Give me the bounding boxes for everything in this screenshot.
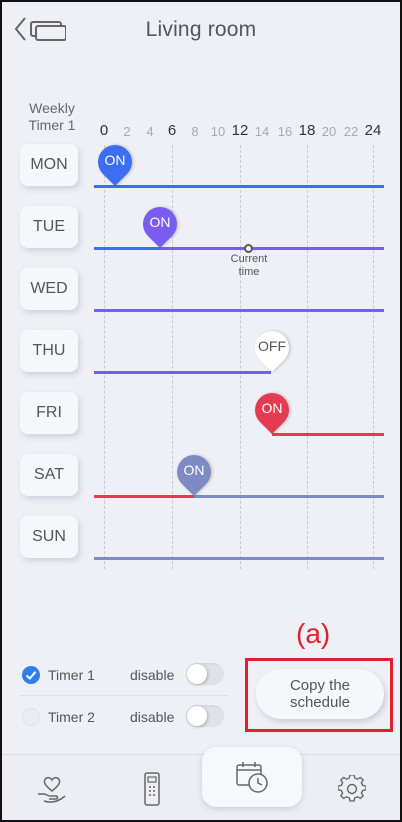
remote-icon [144, 772, 160, 806]
hour-tick: 12 [231, 122, 249, 139]
check-icon [25, 671, 37, 680]
timer-2-disable-label: disable [130, 709, 175, 725]
day-button-tue[interactable]: TUE [20, 206, 78, 248]
day-button-mon[interactable]: MON [20, 144, 78, 186]
day-button-wed[interactable]: WED [20, 268, 78, 310]
schedule-bar-wed [94, 309, 384, 312]
schedule-bar-tue [160, 247, 384, 250]
hour-tick: 16 [277, 124, 293, 139]
schedule-bar-fri [272, 433, 384, 436]
timer-2-toggle[interactable] [186, 705, 224, 727]
copy-schedule-button[interactable]: Copy the schedule [256, 669, 384, 719]
hour-tick: 20 [321, 124, 337, 139]
calendar-clock-icon [236, 762, 268, 793]
grid-line [373, 145, 374, 569]
timer-1-toggle[interactable] [186, 663, 224, 685]
schedule-bar-sat [194, 495, 384, 498]
nav-tab-settings[interactable] [302, 755, 400, 820]
heart-hand-icon [38, 776, 66, 803]
schedule-bar-thu [94, 371, 271, 374]
weekly-timer-label: Weekly Timer 1 [28, 100, 76, 133]
timer-1-name: Timer 1 [48, 667, 95, 683]
schedule-bar-tue-before [94, 247, 160, 250]
nav-tab-care[interactable] [2, 755, 102, 820]
current-time-label: Current time [230, 253, 268, 278]
grid-line [240, 145, 241, 569]
schedule-bar-sun [94, 557, 384, 560]
grid-line [104, 145, 105, 569]
timer-row-1: Timer 1 disable [20, 660, 230, 690]
grid-line [307, 145, 308, 569]
gear-icon [338, 775, 366, 802]
day-button-fri[interactable]: FRI [20, 392, 78, 434]
divider [20, 695, 228, 696]
timer-1-radio[interactable] [22, 666, 40, 684]
hour-tick: 6 [167, 122, 177, 139]
timer-row-2: Timer 2 disable [20, 702, 230, 732]
hour-tick: 8 [191, 124, 199, 139]
timer-2-radio[interactable] [22, 708, 40, 726]
schedule-bar-mon [94, 185, 384, 188]
nav-tab-remote[interactable] [102, 755, 202, 820]
app-screen: Living room Weekly Timer 1 0 2 4 6 8 10 … [0, 0, 402, 822]
hour-tick: 18 [298, 122, 316, 139]
timer-2-name: Timer 2 [48, 709, 95, 725]
hour-tick: 4 [146, 124, 154, 139]
hour-tick: 2 [123, 124, 131, 139]
bottom-nav [2, 747, 400, 820]
page-title: Living room [145, 18, 257, 41]
current-time-marker [244, 244, 253, 253]
hour-tick: 22 [343, 124, 359, 139]
day-button-sun[interactable]: SUN [20, 516, 78, 558]
day-button-thu[interactable]: THU [20, 330, 78, 372]
header: Living room [2, 2, 400, 58]
hour-tick: 0 [99, 122, 109, 139]
timer-1-disable-label: disable [130, 667, 175, 683]
nav-tab-schedule[interactable] [202, 747, 302, 807]
hour-tick: 14 [254, 124, 270, 139]
schedule-bar-sat-before [94, 495, 194, 498]
annotation-label: (a) [296, 618, 331, 649]
day-button-sat[interactable]: SAT [20, 454, 78, 496]
hour-tick: 24 [364, 122, 382, 139]
hour-tick: 10 [210, 124, 226, 139]
